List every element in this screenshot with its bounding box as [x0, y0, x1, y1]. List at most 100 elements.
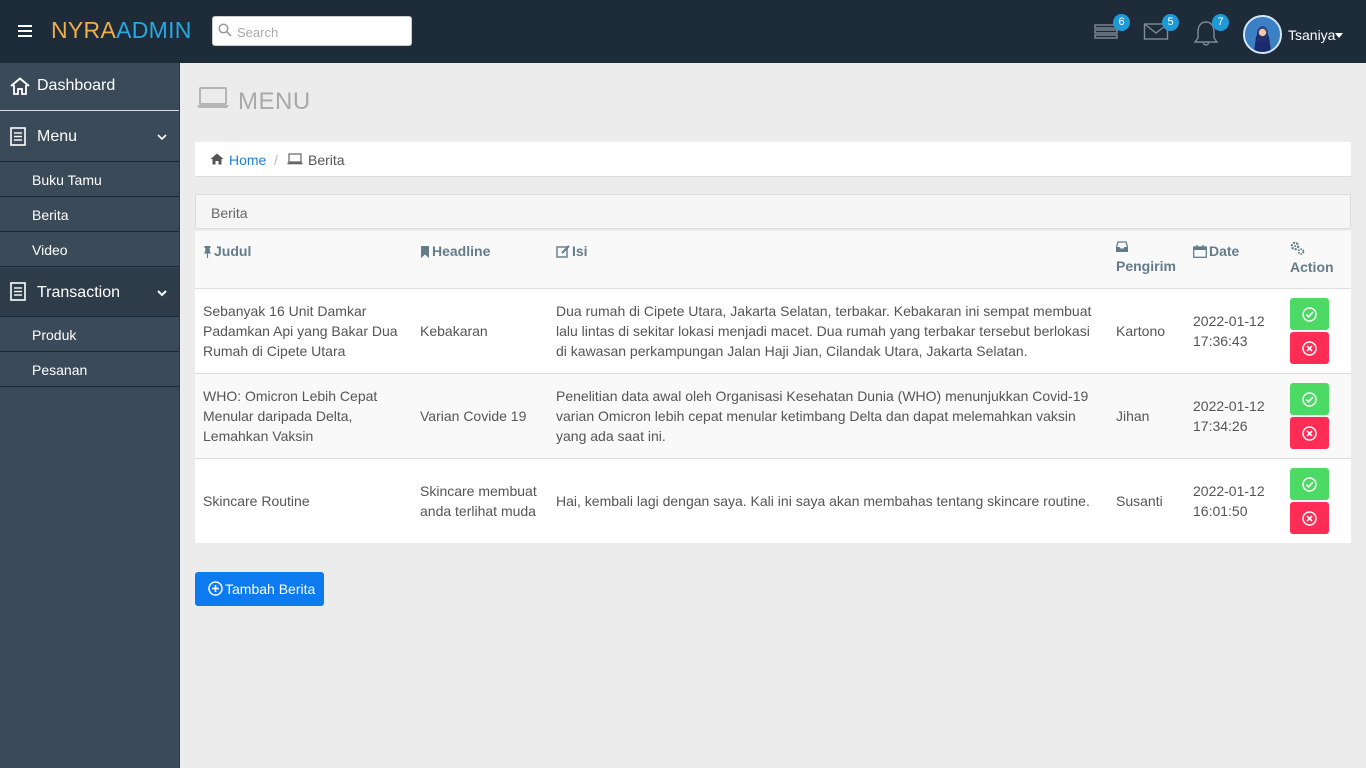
column-header-headline[interactable]: Headline — [412, 231, 548, 289]
cell-judul: Skincare Routine — [195, 457, 412, 543]
messages-button[interactable]: 5 — [1143, 14, 1179, 47]
top-navbar: NYRAADMIN 6 5 7 Tsaniya — [0, 0, 1366, 63]
laptop-icon — [287, 153, 303, 165]
home-icon — [10, 77, 30, 95]
cell-headline: Varian Covide 19 — [412, 372, 548, 458]
sidebar-item-menu[interactable]: Menu — [0, 112, 179, 162]
cell-date: 2022-01-12 16:01:50 — [1185, 457, 1282, 543]
calendar-icon — [1193, 245, 1207, 258]
messages-badge: 5 — [1162, 14, 1179, 31]
approve-button[interactable] — [1290, 297, 1329, 330]
panel-heading: Berita — [195, 194, 1351, 229]
cell-headline: Skincare membuat anda terlihat muda — [412, 457, 548, 543]
document-icon — [10, 127, 26, 146]
column-header-pengirim[interactable]: Pengirim — [1108, 231, 1185, 289]
chevron-down-icon — [157, 134, 167, 141]
berita-table: Judul Headline Isi Pengirim Date Action … — [195, 231, 1351, 543]
sidebar: Dashboard Menu Buku Tamu Berita Video Tr… — [0, 63, 180, 768]
document-icon — [10, 282, 26, 301]
breadcrumb-separator: / — [274, 152, 278, 168]
pin-icon — [203, 246, 212, 258]
sidebar-label-buku-tamu: Buku Tamu — [32, 172, 102, 188]
cell-pengirim: Susanti — [1108, 457, 1185, 543]
add-berita-label: Tambah Berita — [225, 581, 316, 597]
sidebar-label-pesanan: Pesanan — [32, 362, 88, 378]
cell-pengirim: Kartono — [1108, 287, 1185, 373]
approve-button[interactable] — [1290, 467, 1329, 500]
sidebar-item-dashboard[interactable]: Dashboard — [0, 63, 179, 111]
cell-isi: Penelitian data awal oleh Organisasi Kes… — [548, 372, 1108, 458]
page-title: MENU — [196, 86, 310, 115]
sidebar-label-produk: Produk — [32, 327, 77, 343]
add-berita-button[interactable]: Tambah Berita — [195, 572, 324, 606]
search-icon — [218, 23, 232, 37]
cell-action — [1282, 457, 1351, 543]
table-row: WHO: Omicron Lebih Cepat Menular daripad… — [195, 372, 1351, 458]
delete-button[interactable] — [1290, 501, 1329, 534]
column-header-action[interactable]: Action — [1282, 231, 1351, 289]
laptop-icon — [197, 87, 229, 108]
brand-logo[interactable]: NYRAADMIN — [51, 17, 192, 44]
search-input[interactable] — [237, 23, 407, 41]
edit-icon — [556, 245, 570, 258]
times-circle-icon — [1302, 511, 1317, 526]
gears-icon — [1290, 241, 1305, 255]
check-circle-icon — [1302, 477, 1317, 492]
search-box — [212, 16, 412, 46]
cell-date: 2022-01-12 17:34:26 — [1185, 372, 1282, 458]
approve-button[interactable] — [1290, 382, 1329, 415]
caret-down-icon[interactable] — [1335, 33, 1343, 38]
breadcrumb-home-link[interactable]: Home — [229, 152, 266, 168]
cell-action — [1282, 372, 1351, 458]
notifications-badge: 7 — [1212, 14, 1229, 31]
bookmark-icon — [421, 246, 429, 258]
sidebar-label-berita: Berita — [32, 207, 69, 223]
breadcrumb-current: Berita — [308, 152, 345, 168]
check-circle-icon — [1302, 306, 1317, 322]
tasks-button[interactable]: 6 — [1094, 14, 1130, 47]
delete-button[interactable] — [1290, 331, 1329, 364]
notifications-button[interactable]: 7 — [1193, 14, 1229, 47]
column-header-isi[interactable]: Isi — [548, 231, 1108, 289]
brand-part2: ADMIN — [116, 17, 192, 43]
sidebar-label-video: Video — [32, 242, 68, 258]
column-label-headline: Headline — [432, 243, 491, 259]
chevron-down-icon — [157, 290, 167, 297]
column-header-judul[interactable]: Judul — [195, 231, 412, 289]
sidebar-item-video[interactable]: Video — [0, 233, 179, 267]
column-header-date[interactable]: Date — [1185, 231, 1282, 289]
sidebar-item-pesanan[interactable]: Pesanan — [0, 353, 179, 387]
cell-judul: WHO: Omicron Lebih Cepat Menular daripad… — [195, 372, 412, 458]
cell-isi: Dua rumah di Cipete Utara, Jakarta Selat… — [548, 287, 1108, 373]
cell-isi: Hai, kembali lagi dengan saya. Kali ini … — [548, 457, 1108, 543]
sidebar-label-transaction: Transaction — [37, 284, 120, 301]
table-header-row: Judul Headline Isi Pengirim Date Action — [195, 231, 1351, 289]
home-icon — [210, 153, 224, 165]
column-label-action: Action — [1290, 259, 1334, 275]
hamburger-icon[interactable] — [18, 25, 32, 37]
breadcrumb: Home / Berita — [195, 142, 1351, 177]
sidebar-item-buku-tamu[interactable]: Buku Tamu — [0, 163, 179, 197]
user-name[interactable]: Tsaniya — [1288, 27, 1335, 43]
inbox-icon — [1116, 241, 1128, 252]
sidebar-item-produk[interactable]: Produk — [0, 318, 179, 352]
cell-judul: Sebanyak 16 Unit Damkar Padamkan Api yan… — [195, 287, 412, 373]
column-label-judul: Judul — [214, 243, 252, 259]
sidebar-item-transaction[interactable]: Transaction — [0, 268, 179, 317]
times-circle-icon — [1302, 425, 1317, 441]
column-label-pengirim: Pengirim — [1116, 258, 1176, 274]
user-avatar[interactable] — [1243, 15, 1282, 54]
panel-title: Berita — [211, 205, 248, 221]
table-row: Skincare Routine Skincare membuat anda t… — [195, 457, 1351, 543]
brand-part1: NYRA — [51, 17, 117, 43]
times-circle-icon — [1302, 340, 1317, 356]
sidebar-label-menu: Menu — [37, 128, 78, 145]
cell-pengirim: Jihan — [1108, 372, 1185, 458]
tasks-badge: 6 — [1113, 14, 1130, 31]
sidebar-label-dashboard: Dashboard — [37, 77, 116, 94]
delete-button[interactable] — [1290, 416, 1329, 449]
column-label-date: Date — [1209, 243, 1240, 259]
sidebar-item-berita[interactable]: Berita — [0, 198, 179, 232]
check-circle-icon — [1302, 391, 1317, 407]
column-label-isi: Isi — [572, 243, 588, 259]
